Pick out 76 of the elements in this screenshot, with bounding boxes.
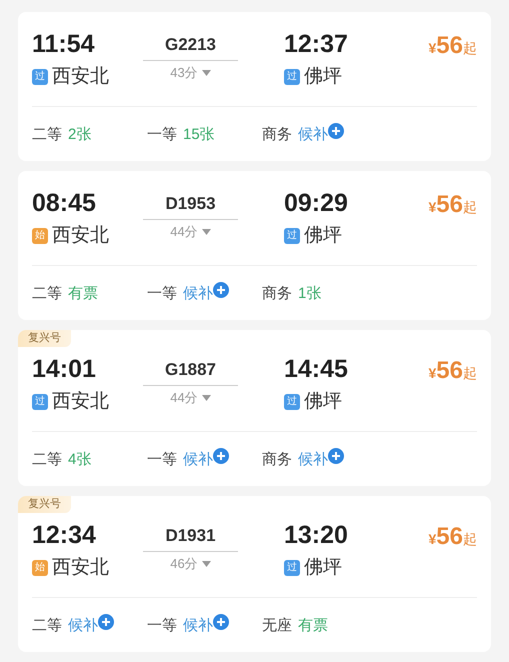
station-name: 佛坪 — [304, 226, 342, 245]
seat-class: 商务 — [262, 452, 292, 466]
arrival-time: 09:29 — [284, 191, 349, 216]
station-tag: 过 — [284, 228, 300, 244]
seat-status: 4张 — [68, 452, 92, 466]
plus-icon[interactable] — [328, 448, 344, 464]
arrival-time: 12:37 — [284, 32, 349, 57]
seat-class: 一等 — [147, 286, 177, 300]
plus-icon[interactable] — [213, 614, 229, 630]
train-badge: 复兴号 — [18, 496, 71, 513]
price: ¥56起 — [428, 34, 477, 58]
station-name: 西安北 — [52, 392, 109, 411]
seat-status: 1张 — [298, 286, 322, 300]
price: ¥56起 — [428, 193, 477, 217]
seat-class: 一等 — [147, 452, 177, 466]
duration: 44分 — [170, 391, 198, 404]
station-name: 佛坪 — [304, 558, 342, 577]
train-number: D1953 — [165, 195, 216, 212]
duration: 46分 — [170, 557, 198, 570]
station-tag: 过 — [284, 68, 300, 84]
seat-class: 二等 — [32, 618, 62, 632]
seat-status: 15张 — [183, 126, 215, 142]
arrival-time: 14:45 — [284, 357, 349, 382]
train-badge: 复兴号 — [18, 330, 71, 347]
departure-time: 08:45 — [32, 191, 97, 216]
train-card[interactable]: 复兴号 12:34 始 西安北 D1931 46分 13:20 过 佛坪 ¥56起 二等 候补 一等 候补 无座 有票 — [18, 496, 491, 652]
seat-class: 二等 — [32, 126, 62, 142]
station-name: 佛坪 — [304, 67, 342, 86]
seat-class: 二等 — [32, 286, 62, 300]
station-name: 西安北 — [52, 226, 109, 245]
seat-class: 商务 — [262, 126, 292, 142]
seat-class: 二等 — [32, 452, 62, 466]
seat-status[interactable]: 候补 — [183, 452, 213, 466]
seat-class: 无座 — [262, 618, 292, 632]
price: ¥56起 — [428, 359, 477, 383]
station-tag: 过 — [284, 560, 300, 576]
seat-status[interactable]: 候补 — [183, 618, 213, 632]
seat-class: 一等 — [147, 618, 177, 632]
dropdown-caret-icon[interactable] — [202, 70, 211, 76]
plus-icon[interactable] — [213, 448, 229, 464]
train-card[interactable]: 复兴号 14:01 过 西安北 G1887 44分 14:45 过 佛坪 ¥56起 二等 4张 一等 候补 商务 候补 — [18, 330, 491, 486]
train-number: G1887 — [164, 361, 216, 378]
plus-icon[interactable] — [328, 123, 344, 139]
seat-status: 有票 — [298, 618, 328, 632]
dropdown-caret-icon[interactable] — [202, 560, 211, 566]
seat-status: 2张 — [68, 126, 92, 142]
seat-status[interactable]: 候补 — [183, 286, 213, 300]
seat-status[interactable]: 候补 — [298, 126, 328, 142]
duration: 43分 — [170, 66, 198, 79]
departure-time: 14:01 — [32, 357, 97, 382]
station-tag: 过 — [32, 68, 48, 84]
train-card[interactable]: 11:54 过 西安北 G2213 43分 12:37 过 佛坪 ¥56起 二等 2张 一等 15张 商务 候补 — [18, 12, 491, 161]
train-number: D1931 — [165, 527, 216, 544]
seat-status: 有票 — [68, 286, 98, 300]
seat-status[interactable]: 候补 — [298, 452, 328, 466]
price: ¥56起 — [428, 525, 477, 549]
arrival-time: 13:20 — [284, 523, 349, 548]
duration: 44分 — [170, 225, 198, 238]
plus-icon[interactable] — [213, 282, 229, 298]
station-name: 西安北 — [52, 67, 109, 86]
train-card[interactable]: 08:45 始 西安北 D1953 44分 09:29 过 佛坪 ¥56起 二等 有票 一等 候补 商务 1张 — [18, 171, 491, 320]
dropdown-caret-icon[interactable] — [202, 228, 211, 234]
seat-class: 商务 — [262, 286, 292, 300]
train-number: G2213 — [164, 36, 216, 53]
departure-time: 11:54 — [32, 32, 96, 57]
seat-status[interactable]: 候补 — [68, 618, 98, 632]
departure-time: 12:34 — [32, 523, 97, 548]
dropdown-caret-icon[interactable] — [202, 394, 211, 400]
station-tag: 过 — [284, 394, 300, 410]
station-tag: 过 — [32, 394, 48, 410]
station-name: 佛坪 — [304, 392, 342, 411]
plus-icon[interactable] — [98, 614, 114, 630]
station-name: 西安北 — [52, 558, 109, 577]
seat-class: 一等 — [147, 126, 177, 142]
station-tag: 始 — [32, 228, 48, 244]
station-tag: 始 — [32, 560, 48, 576]
